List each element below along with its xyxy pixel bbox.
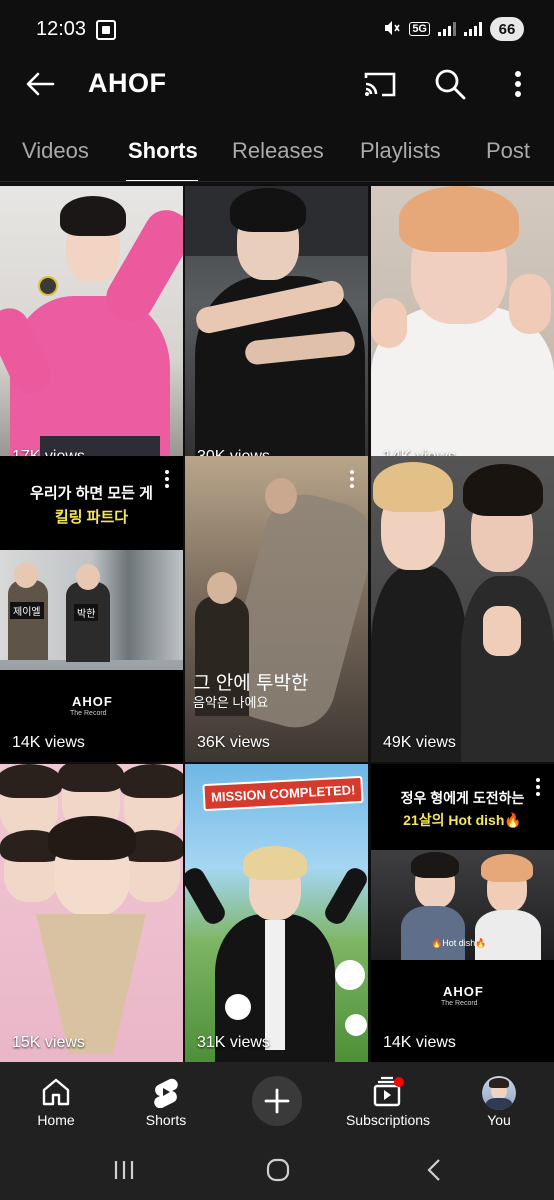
caption-line: 정우 형에게 도전하는 [400,790,525,806]
caption-line: 우리가 하면 모든 게 [30,485,153,502]
short-tile[interactable]: 14K views [371,186,554,476]
short-tile[interactable]: 정우 형에게 도전하는 21살의 Hot dish🔥 🔥Hot dish🔥 AH… [371,764,554,1062]
mute-icon [383,19,401,40]
shorts-grid: 17K views 30K views 14K views 우리가 하면 모든 … [0,186,554,1062]
nav-you[interactable]: You [449,1068,549,1136]
view-count: 31K views [197,1034,270,1051]
tab-releases[interactable]: Releases [232,138,324,164]
back-arrow-icon [26,72,55,96]
thumbnail-image [371,456,554,762]
hot-dish-tag: 🔥Hot dish🔥 [431,938,487,948]
thumbnail-image [0,764,183,1062]
system-navigation-bar [0,1140,554,1200]
bottom-navigation: Home Shorts Subscriptions You [0,1062,554,1140]
screenshot-icon [96,20,116,40]
status-right: 5G 66 [383,16,524,42]
nav-label: Shorts [145,1112,187,1128]
nav-shorts[interactable]: Shorts [116,1068,216,1136]
thumbnail-image [371,186,554,476]
shorts-icon [152,1076,180,1113]
nav-label: You [487,1112,511,1128]
short-tile[interactable]: 17K views [0,186,183,476]
chevron-left-icon [427,1159,440,1181]
tab-shorts[interactable]: Shorts [128,138,198,164]
add-icon [264,1088,290,1114]
short-tile[interactable]: 그 안에 투박한 음악은 나에요 36K views [185,456,368,762]
channel-logo: AHOF [72,694,113,709]
thumbnail-image: 정우 형에게 도전하는 21살의 Hot dish🔥 🔥Hot dish🔥 AH… [371,764,554,1062]
tab-videos[interactable]: Videos [22,138,89,164]
short-tile[interactable]: 30K views [185,186,368,476]
nav-label: Subscriptions [345,1112,431,1128]
short-options-button[interactable] [530,776,546,798]
thumbnail-image: MISSION COMPLETED! [185,764,368,1062]
short-tile[interactable]: 15K views [0,764,183,1062]
cast-button[interactable] [360,66,400,102]
channel-tabs: Videos Shorts Releases Playlists Post [0,124,554,182]
thumbnail-image [0,186,183,476]
nav-home[interactable]: Home [6,1068,106,1136]
battery-indicator: 66 [490,17,524,41]
caption-line: 음악은 나에요 [193,695,269,710]
thumbnail-image [185,186,368,476]
recent-apps-icon [114,1161,134,1179]
create-button[interactable] [252,1076,302,1126]
back-system-button[interactable] [414,1152,454,1188]
name-badge: 제이엘 [10,602,44,619]
signal-icon-2 [464,22,482,36]
back-button[interactable] [20,66,60,102]
short-tile[interactable]: 우리가 하면 모든 게 킬링 파트다 제이엘 박한 AHOF The Recor… [0,456,183,762]
view-count: 15K views [12,1034,85,1051]
channel-logo-subtitle: The Record [70,710,107,717]
search-button[interactable] [430,66,470,102]
thumbnail-image: 우리가 하면 모든 게 킬링 파트다 제이엘 박한 AHOF The Recor… [0,456,183,762]
tab-playlists[interactable]: Playlists [360,138,441,164]
cast-icon [364,72,396,97]
nav-label: Home [37,1112,75,1128]
recent-apps-button[interactable] [104,1152,144,1188]
short-tile[interactable]: MISSION COMPLETED! 31K views [185,764,368,1062]
subscriptions-icon [371,1076,405,1113]
network-type-icon: 5G [409,22,430,36]
search-icon [435,69,466,100]
caption-line: 그 안에 투박한 [193,673,309,694]
more-options-button[interactable] [500,66,536,102]
avatar [482,1076,516,1110]
view-count: 14K views [383,1034,456,1051]
status-time: 12:03 [36,18,87,40]
mission-banner: MISSION COMPLETED! [202,775,365,812]
nav-subscriptions[interactable]: Subscriptions [338,1068,438,1136]
view-count: 49K views [383,734,456,751]
home-circle-icon [266,1158,290,1182]
short-options-button[interactable] [344,468,360,490]
status-bar: 12:03 5G 66 [0,0,554,56]
channel-logo-subtitle: The Record [441,1000,478,1007]
view-count: 36K views [197,734,270,751]
signal-icon [438,22,456,36]
tab-posts[interactable]: Post [486,138,530,164]
name-badge: 박한 [74,604,99,621]
caption-line: 21살의 Hot dish🔥 [403,812,522,828]
app-bar: AHOF [0,56,554,112]
channel-logo: AHOF [443,984,484,999]
channel-title: AHOF [88,68,167,98]
home-icon [40,1076,72,1113]
home-system-button[interactable] [258,1152,298,1188]
short-tile[interactable]: 49K views [371,456,554,762]
thumbnail-image: 그 안에 투박한 음악은 나에요 [185,456,368,762]
short-options-button[interactable] [159,468,175,490]
more-vert-icon [515,71,521,97]
tabs-divider [0,181,554,182]
caption-line: 킬링 파트다 [54,509,129,526]
view-count: 14K views [12,734,85,751]
